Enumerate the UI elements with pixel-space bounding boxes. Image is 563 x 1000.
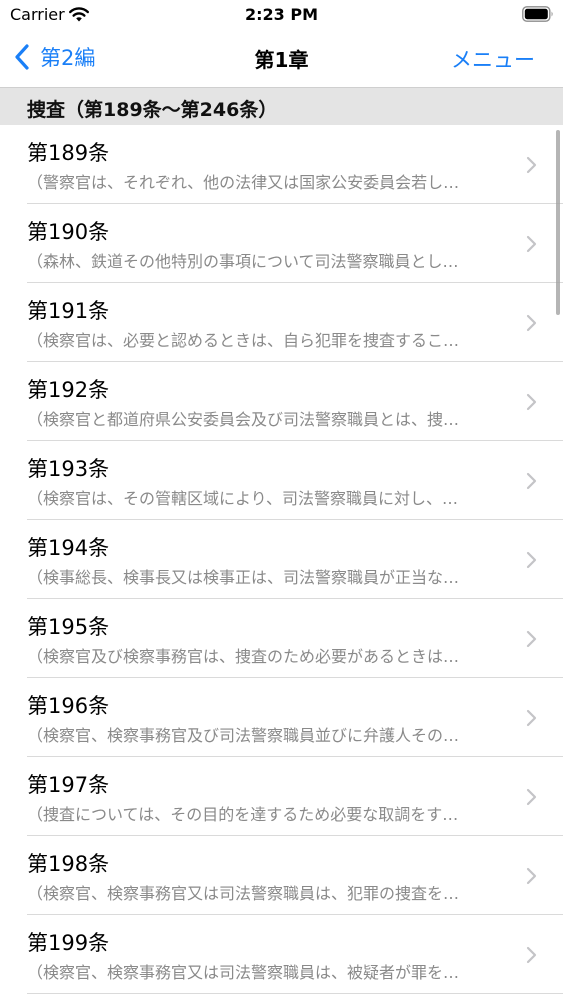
article-title: 第192条 — [27, 378, 110, 402]
article-summary: （警察官は、それぞれ、他の法律又は国家公安委員会若し… — [27, 173, 460, 192]
list-item[interactable]: 第199条 （検察官、検察事務官又は司法警察職員は、被疑者が罪を… — [0, 915, 563, 994]
chevron-right-icon — [526, 156, 537, 174]
article-title: 第197条 — [27, 773, 110, 797]
chevron-right-icon — [526, 393, 537, 411]
list-item[interactable]: 第198条 （検察官、検察事務官又は司法警察職員は、犯罪の捜査を… — [0, 836, 563, 915]
article-summary: （検事総長、検事長又は検事正は、司法警察職員が正当な… — [27, 568, 460, 587]
article-summary: （検察官、検察事務官及び司法警察職員並びに弁護人その… — [27, 726, 460, 745]
navigation-bar: 第2編 第1章 メニュー — [0, 30, 563, 87]
list-item[interactable]: 第193条 （検察官は、その管轄区域により、司法警察職員に対し、… — [0, 441, 563, 520]
chevron-right-icon — [526, 946, 537, 964]
status-time: 2:23 PM — [244, 5, 318, 24]
back-button[interactable]: 第2編 — [14, 42, 95, 72]
list-item[interactable]: 第189条 （警察官は、それぞれ、他の法律又は国家公安委員会若し… — [0, 125, 563, 204]
chevron-right-icon — [526, 709, 537, 727]
list-item[interactable]: 第194条 （検事総長、検事長又は検事正は、司法警察職員が正当な… — [0, 520, 563, 599]
article-summary: （検察官は、必要と認めるときは、自ら犯罪を捜査するこ… — [27, 331, 460, 350]
list-item[interactable]: 第196条 （検察官、検察事務官及び司法警察職員並びに弁護人その… — [0, 678, 563, 757]
list-item[interactable]: 第195条 （検察官及び検察事務官は、捜査のため必要があるときは… — [0, 599, 563, 678]
article-summary: （森林、鉄道その他特別の事項について司法警察職員とし… — [27, 252, 459, 271]
chevron-right-icon — [526, 314, 537, 332]
chevron-right-icon — [526, 551, 537, 569]
chevron-left-icon — [15, 44, 29, 70]
article-summary: （検察官は、その管轄区域により、司法警察職員に対し、… — [27, 489, 459, 508]
chevron-right-icon — [526, 235, 537, 253]
article-title: 第198条 — [27, 852, 110, 876]
article-title: 第189条 — [27, 141, 110, 165]
list-item[interactable]: 第190条 （森林、鉄道その他特別の事項について司法警察職員とし… — [0, 204, 563, 283]
article-list: 第189条 （警察官は、それぞれ、他の法律又は国家公安委員会若し… 第190条 … — [0, 125, 563, 994]
chevron-right-icon — [526, 788, 537, 806]
article-title: 第196条 — [27, 694, 110, 718]
scroll-indicator[interactable] — [556, 130, 560, 315]
back-button-label: 第2編 — [40, 46, 96, 70]
article-title: 第190条 — [27, 220, 110, 244]
menu-button[interactable]: メニュー — [451, 44, 535, 74]
chevron-right-icon — [526, 867, 537, 885]
list-item[interactable]: 第197条 （捜査については、その目的を達するため必要な取調をす… — [0, 757, 563, 836]
article-summary: （検察官、検察事務官又は司法警察職員は、犯罪の捜査を… — [27, 884, 460, 903]
section-header: 捜査（第189条〜第246条） — [0, 87, 563, 125]
chevron-right-icon — [526, 630, 537, 648]
article-title: 第195条 — [27, 615, 110, 639]
article-title: 第191条 — [27, 299, 110, 323]
list-item[interactable]: 第192条 （検察官と都道府県公安委員会及び司法警察職員とは、捜… — [0, 362, 563, 441]
status-bar: Carrier 2:23 PM — [0, 0, 563, 30]
article-summary: （検察官、検察事務官又は司法警察職員は、被疑者が罪を… — [27, 963, 460, 982]
article-title: 第199条 — [27, 931, 110, 955]
article-summary: （検察官と都道府県公安委員会及び司法警察職員とは、捜… — [27, 410, 460, 429]
section-title: 捜査（第189条〜第246条） — [27, 99, 278, 121]
article-summary: （検察官及び検察事務官は、捜査のため必要があるときは… — [27, 647, 460, 666]
article-title: 第194条 — [27, 536, 110, 560]
chevron-right-icon — [526, 472, 537, 490]
article-title: 第193条 — [27, 457, 110, 481]
list-item[interactable]: 第191条 （検察官は、必要と認めるときは、自ら犯罪を捜査するこ… — [0, 283, 563, 362]
article-summary: （捜査については、その目的を達するため必要な取調をす… — [27, 805, 459, 824]
battery-icon — [522, 6, 553, 22]
